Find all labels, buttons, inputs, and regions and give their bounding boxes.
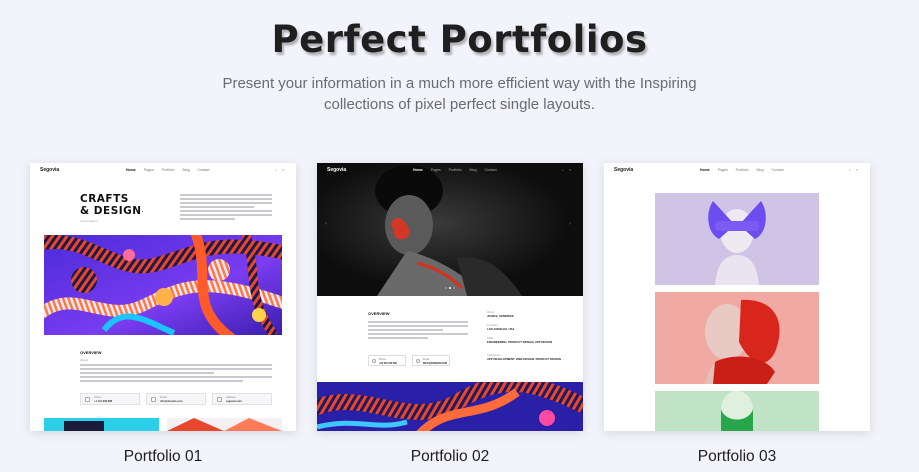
svg-text:›: › [569,221,571,227]
subtitle-line-2: collections of pixel perfect single layo… [324,96,595,113]
preview-contact-buttons: Phone +00 000 000 000 Email INFO@DOMAIN.… [368,355,450,366]
green-portrait-image [655,391,819,431]
preview-nav-item: Contact [771,168,784,172]
preview-nav-item: Home [413,168,423,172]
portrait-hero-image: ‹ › [317,163,583,296]
preview-nav-item: Blog [469,168,477,172]
preview-logo: Segovia [327,167,347,173]
contact-label: Email [160,396,167,399]
preview-contact-email: Email info@domain.com [146,393,206,405]
preview-nav-icons: ⌕ ≡ [562,168,573,172]
preview-nav-item: Portfolio [735,168,749,172]
preview-contact-phone: Phone +1 101 999 888 [80,393,140,405]
preview-overview-text [368,321,468,341]
mail-icon [151,397,156,402]
location-icon [217,397,222,402]
portfolio-01-caption[interactable]: Portfolio 01 [30,448,296,466]
preview-nav-item: Portfolio [448,168,462,172]
preview-nav-item: Pages [143,168,154,172]
preview-overview-heading: OVERVIEW [80,350,102,355]
preview-nav: Segovia Home Pages Portfolio Blog Contac… [604,163,870,177]
portfolio-02-caption[interactable]: Portfolio 02 [317,448,583,466]
preview-nav-icons: ⌕ ≡ [849,168,860,172]
preview-overview-sub: About [80,358,88,362]
preview-logo: Segovia [614,167,634,173]
preview-nav-item: Pages [717,168,728,172]
abstract-brush-image [317,382,583,431]
preview-contact-address: Address segovia.com [212,393,272,405]
preview-text-block [180,194,272,222]
preview-nav-item: Pages [430,168,441,172]
preview-heading-sub: Lorem ipsum [80,219,98,223]
preview-heading: CRAFTS & DESIGN. [80,193,144,217]
portfolio-02-card[interactable]: ‹ › Segovia Home Pages Portfolio Blog Co… [317,163,583,431]
contact-value: info@domain.com [160,400,183,403]
page-title: Perfect Portfolios [271,18,648,61]
phone-icon [85,397,90,402]
preview-nav: Segovia Home Pages Portfolio Blog Contac… [317,163,583,177]
portfolio-03-caption[interactable]: Portfolio 03 [604,448,870,466]
preview-nav-item: Home [700,168,710,172]
portfolio-01-card[interactable]: Segovia Home Pages Portfolio Blog Contac… [30,163,296,431]
portfolio-03-card[interactable]: Segovia Home Pages Portfolio Blog Contac… [604,163,870,431]
abstract-art-image [44,235,282,335]
preview-heading-mark: . [141,208,144,213]
preview-email-button: Email INFO@DOMAIN.COM [412,355,450,366]
preview-meta-location: Location LOS ANGELES, USA [487,323,515,331]
preview-heading-line-2: & DESIGN [80,205,142,217]
preview-overview-heading: OVERVIEW [368,311,390,316]
page-subtitle: Present your information in a much more … [200,73,719,115]
preview-logo: Segovia [40,167,60,173]
subtitle-line-1: Present your information in a much more … [222,75,697,92]
preview-nav-item: Contact [197,168,210,172]
contact-value: +1 101 999 888 [94,400,113,403]
contact-label: Address [226,396,236,399]
preview-meta-client: Client JOHN B. SENDRICK [487,310,514,318]
preview-meta-categories: Categories APP DEVELOPMENT, WEB DESIGN, … [487,353,561,361]
preview-nav-icons: ⌕ ≡ [275,168,286,172]
preview-overview-text [80,364,272,384]
red-hand-portrait-image [655,292,819,384]
preview-nav: Segovia Home Pages Portfolio Blog Contac… [30,163,296,177]
mail-icon [416,359,420,363]
purple-hands-portrait-image [655,193,819,285]
contact-value: segovia.com [226,400,242,403]
preview-heading-line-1: CRAFTS [80,193,129,205]
preview-nav-item: Contact [484,168,497,172]
svg-text:‹: ‹ [325,221,327,227]
preview-nav-item: Blog [182,168,190,172]
contact-label: Phone [94,396,102,399]
preview-nav-item: Portfolio [161,168,175,172]
preview-nav-item: Blog [756,168,764,172]
preview-meta-skills: Skills ENGINEERING, PRODUCT DESIGN, APP … [487,336,553,344]
preview-phone-button: Phone +00 000 000 000 [368,355,406,366]
gallery-strip-image [44,418,282,431]
preview-nav-item: Home [126,168,136,172]
phone-icon [372,359,376,363]
